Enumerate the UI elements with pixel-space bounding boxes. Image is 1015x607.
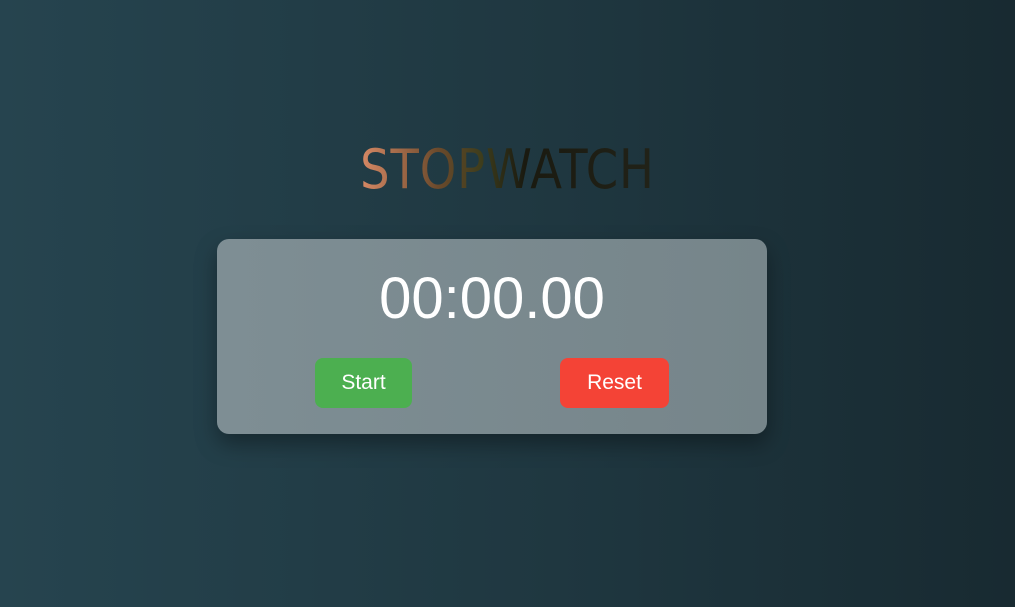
page-title: STOPWATCH	[71, 138, 944, 202]
reset-button[interactable]: Reset	[560, 358, 669, 408]
time-display: 00:00.00	[379, 266, 605, 331]
start-button[interactable]: Start	[315, 358, 412, 408]
stopwatch-card: 00:00.00 Start Reset	[217, 239, 767, 434]
